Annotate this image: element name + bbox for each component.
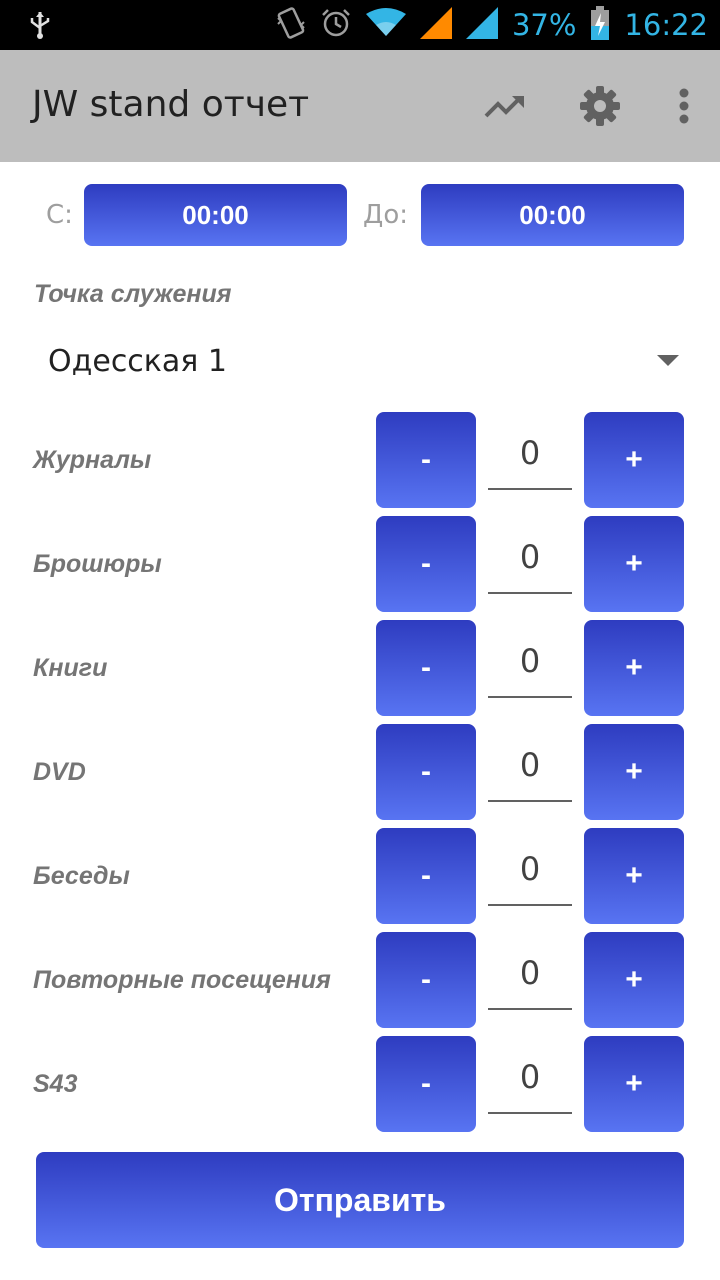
wifi-icon xyxy=(365,7,406,43)
usb-icon xyxy=(28,10,52,40)
counter-row-s43: S43 - 0 + xyxy=(0,1036,720,1132)
signal-icon xyxy=(465,6,498,44)
decrement-button[interactable]: - xyxy=(376,620,476,716)
counter-row-brochures: Брошюры - 0 + xyxy=(0,516,720,612)
counter-field[interactable]: 0 xyxy=(488,828,572,906)
increment-button[interactable]: + xyxy=(584,828,684,924)
decrement-button[interactable]: - xyxy=(376,412,476,508)
location-spinner[interactable]: Одесская 1 xyxy=(0,330,720,396)
increment-button[interactable]: + xyxy=(584,412,684,508)
decrement-button[interactable]: - xyxy=(376,828,476,924)
increment-button[interactable]: + xyxy=(584,724,684,820)
battery-percent: 37% xyxy=(511,8,577,42)
counter-label: Повторные посещения xyxy=(33,966,331,994)
counter-label: S43 xyxy=(33,1070,78,1098)
increment-button[interactable]: + xyxy=(584,932,684,1028)
dropdown-arrow-icon xyxy=(657,355,679,366)
alarm-icon xyxy=(320,7,352,44)
counter-label: Книги xyxy=(33,654,108,682)
submit-button[interactable]: Отправить xyxy=(36,1152,684,1248)
status-bar: 37% 16:22 xyxy=(0,0,720,50)
counter-label: Журналы xyxy=(33,446,152,474)
location-label: Точка служения xyxy=(34,280,232,308)
trending-up-icon[interactable] xyxy=(484,92,526,125)
counter-row-dvd: DVD - 0 + xyxy=(0,724,720,820)
counter-label: Брошюры xyxy=(33,550,162,578)
counter-row-conversations: Беседы - 0 + xyxy=(0,828,720,924)
app-title: JW stand отчет xyxy=(32,84,310,125)
from-time-button[interactable]: 00:00 xyxy=(84,184,347,246)
to-label: До: xyxy=(363,200,408,230)
decrement-button[interactable]: - xyxy=(376,1036,476,1132)
counter-label: DVD xyxy=(33,758,86,786)
decrement-button[interactable]: - xyxy=(376,932,476,1028)
gear-icon[interactable] xyxy=(579,85,621,132)
location-selected: Одесская 1 xyxy=(48,344,227,379)
clock: 16:22 xyxy=(624,8,708,42)
battery-charging-icon xyxy=(590,5,610,45)
counter-field[interactable]: 0 xyxy=(488,516,572,594)
counter-row-books: Книги - 0 + xyxy=(0,620,720,716)
counter-field[interactable]: 0 xyxy=(488,724,572,802)
counter-field[interactable]: 0 xyxy=(488,620,572,698)
counter-label: Беседы xyxy=(33,862,130,890)
decrement-button[interactable]: - xyxy=(376,724,476,820)
to-time-button[interactable]: 00:00 xyxy=(421,184,684,246)
increment-button[interactable]: + xyxy=(584,1036,684,1132)
from-label: С: xyxy=(46,200,73,230)
increment-button[interactable]: + xyxy=(584,620,684,716)
decrement-button[interactable]: - xyxy=(376,516,476,612)
counter-row-return-visits: Повторные посещения - 0 + xyxy=(0,932,720,1028)
increment-button[interactable]: + xyxy=(584,516,684,612)
counter-field[interactable]: 0 xyxy=(488,1036,572,1114)
vibrate-icon xyxy=(276,6,306,45)
signal-icon xyxy=(419,6,452,44)
counter-field[interactable]: 0 xyxy=(488,932,572,1010)
overflow-menu-icon[interactable] xyxy=(678,88,690,129)
counter-row-journals: Журналы - 0 + xyxy=(0,412,720,508)
counter-field[interactable]: 0 xyxy=(488,412,572,490)
